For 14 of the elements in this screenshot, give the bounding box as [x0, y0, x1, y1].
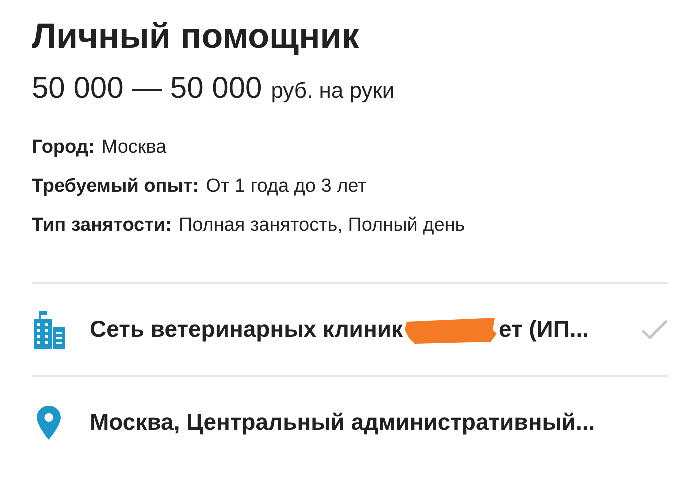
detail-value: Москва [102, 136, 167, 160]
detail-label: Требуемый опыт: [32, 175, 200, 199]
building-icon [32, 310, 66, 348]
salary-amount: 50 000 — 50 000 [32, 72, 262, 106]
company-name: Сеть ветеринарных клиник [90, 316, 403, 343]
detail-value: От 1 года до 3 лет [206, 175, 367, 199]
detail-label: Тип занятости: [32, 214, 172, 238]
detail-value: Полная занятость, Полный день [178, 214, 466, 238]
detail-label: Город: [32, 136, 95, 160]
salary-suffix: руб. на руки [271, 78, 395, 104]
check-icon [642, 320, 668, 340]
company-name: ет (ИП... [499, 316, 590, 343]
job-title: Личный помощник [32, 16, 360, 58]
address: Москва, Центральный административный... [90, 409, 596, 436]
